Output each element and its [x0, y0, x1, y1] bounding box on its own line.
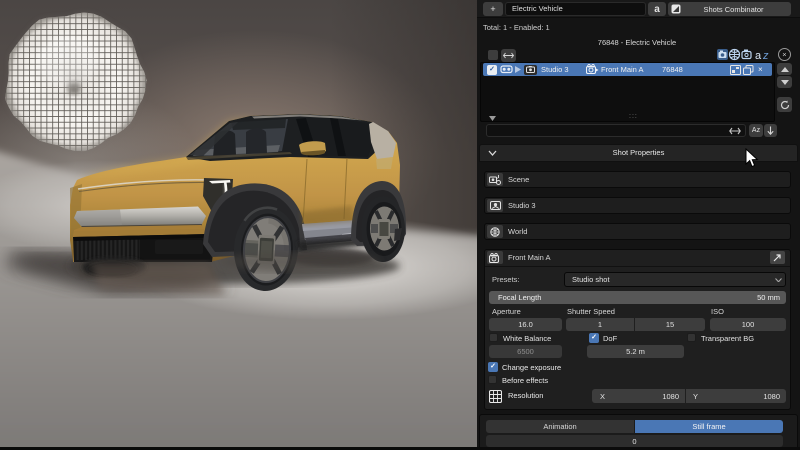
svg-text:z: z	[762, 50, 769, 61]
svg-text:a: a	[755, 50, 762, 61]
